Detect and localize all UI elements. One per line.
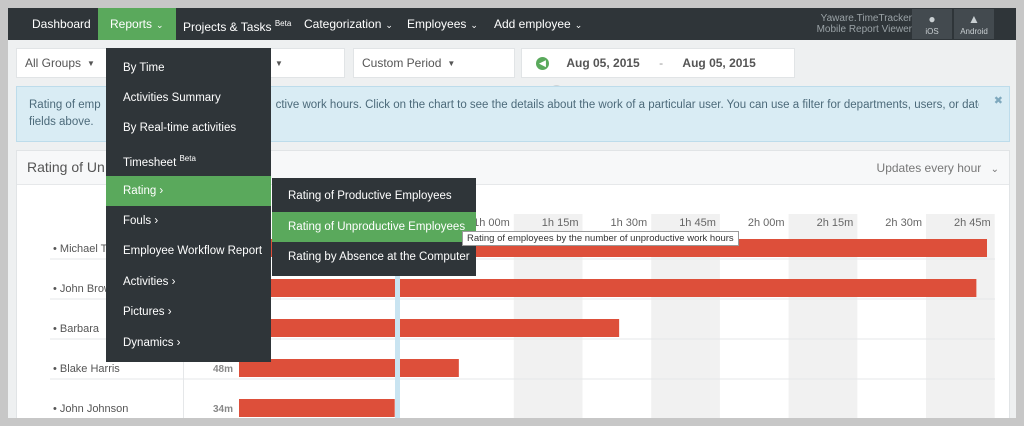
employee-name: • John Brow [53,283,112,295]
tick-label: 1h 00m [473,217,510,229]
chevron-down-icon: ⌄ [385,20,393,30]
reports-dropdown: By Time Activities Summary By Real-time … [106,48,271,362]
submenu-absence[interactable]: Rating by Absence at the Computer [272,242,476,272]
menu-item-label: Pictures › [123,306,172,318]
chevron-down-icon: ⌄ [156,20,164,30]
menu-item-label: By Time [123,62,165,74]
nav-add-employee-label: Add employee [494,17,571,31]
android-label: Android [960,27,988,36]
menu-item-label: Activities › [123,276,176,288]
caret-down-icon: ▼ [447,59,456,68]
menu-item-real-time[interactable]: By Real-time activities [106,113,271,143]
groups-select-value: All Groups [25,56,82,70]
nav-categorization-label: Categorization [304,17,382,31]
menu-item-label: By Real-time activities [123,122,237,134]
submenu-productive[interactable]: Rating of Productive Employees [272,181,476,211]
menu-item-rating[interactable]: Rating › [106,176,271,206]
menu-tooltip: Rating of employees by the number of unp… [462,231,739,246]
duration-label: 48m [213,364,233,375]
menu-item-label: Dynamics › [123,337,181,349]
nav-reports[interactable]: Reports ⌄ [98,8,176,40]
android-app-button[interactable]: ▲ Android [954,9,994,39]
date-range: ◀ Aug 05, 2015 - Aug 05, 2015 ▶ [521,48,795,99]
tick-label: 1h 15m [542,217,579,229]
info-text-end: ctive work hours. Click on the chart to … [275,99,979,111]
nav-add-employee[interactable]: Add employee ⌄ [482,8,594,40]
menu-item-activities-summary[interactable]: Activities Summary [106,83,271,113]
menu-item-workflow-report[interactable]: Employee Workflow Report [106,236,271,266]
menu-item-label: Activities Summary [123,92,221,104]
tick-label: 1h 45m [679,217,716,229]
nav-projects-tasks[interactable]: Projects & Tasks Beta [171,8,303,40]
nav-reports-label: Reports [110,17,153,31]
tick-label: 2h 45m [954,217,991,229]
period-select[interactable]: Custom Period ▼ [353,48,515,78]
menu-item-label: Timesheet [123,157,177,169]
apple-icon: ● [928,12,936,26]
menu-item-label: Rating › [123,185,164,197]
prev-date-icon[interactable]: ◀ [536,57,549,71]
unproductive-bar[interactable] [239,319,620,337]
brand-line-1: Yaware.TimeTracker [820,13,912,24]
panel-title: Rating of Un [27,159,105,175]
menu-item-by-time[interactable]: By Time [106,53,271,83]
nav-employees[interactable]: Employees ⌄ [395,8,490,40]
menu-item-dynamics[interactable]: Dynamics › [106,328,271,358]
menu-item-pictures[interactable]: Pictures › [106,297,271,327]
ios-label: iOS [925,27,939,36]
nav-employees-label: Employees [407,17,467,31]
nav-projects-label: Projects & Tasks [183,20,272,34]
unproductive-bar[interactable] [239,399,395,417]
submenu-item-label: Rating by Absence at the Computer [288,251,470,263]
android-icon: ▲ [968,12,980,26]
top-navigation: Dashboard Reports ⌄ Projects & Tasks Beta… [8,8,1016,40]
employee-name: • John Johnson [53,403,128,415]
caret-down-icon: ▼ [87,59,95,68]
updates-dropdown[interactable]: Updates every hour ⌄ [877,161,999,175]
employee-name: • Michael T [53,243,108,255]
chevron-down-icon: ⌄ [574,20,583,30]
chevron-down-icon: ⌄ [990,164,999,175]
employee-name: • Blake Harris [53,363,120,375]
info-text-start: Rating of emp [29,99,101,111]
menu-item-timesheet[interactable]: Timesheet Beta [106,144,271,174]
duration-label: 34m [213,404,233,415]
unproductive-bar[interactable] [239,279,977,297]
app-window: Dashboard Reports ⌄ Projects & Tasks Beta… [0,0,1024,426]
date-to[interactable]: Aug 05, 2015 [682,56,755,70]
close-icon[interactable]: ✖ [994,93,1003,110]
brand-text: Yaware.TimeTracker Mobile Report Viewer [817,13,912,35]
menu-item-fouls[interactable]: Fouls › [106,206,271,236]
menu-item-activities[interactable]: Activities › [106,267,271,297]
beta-badge: Beta [179,154,196,163]
period-select-value: Custom Period [362,56,442,70]
date-from[interactable]: Aug 05, 2015 [566,56,639,70]
tick-label: 2h 15m [817,217,854,229]
menu-item-label: Employee Workflow Report [123,245,263,257]
employee-name: • Barbara [53,323,100,335]
nav-dashboard[interactable]: Dashboard [20,8,103,40]
tick-label: 2h 00m [748,217,785,229]
nav-categorization[interactable]: Categorization ⌄ [292,8,405,40]
groups-select[interactable]: All Groups ▼ [16,48,108,78]
unproductive-bar[interactable] [239,359,459,377]
submenu-unproductive[interactable]: Rating of Unproductive Employees [272,212,476,242]
beta-badge: Beta [274,19,292,28]
submenu-item-label: Rating of Unproductive Employees [288,221,466,233]
rating-submenu: Rating of Productive Employees Rating of… [272,178,476,276]
tick-label: 2h 30m [885,217,922,229]
submenu-item-label: Rating of Productive Employees [288,190,452,202]
nav-dashboard-label: Dashboard [32,17,91,31]
date-separator: - [659,56,664,70]
menu-item-label: Fouls › [123,215,159,227]
tick-label: 1h 30m [610,217,647,229]
brand-line-2: Mobile Report Viewer [816,24,912,35]
ios-app-button[interactable]: ● iOS [912,9,952,39]
caret-down-icon: ▼ [275,59,283,68]
chevron-down-icon: ⌄ [470,20,478,30]
updates-label: Updates every hour [876,161,982,175]
